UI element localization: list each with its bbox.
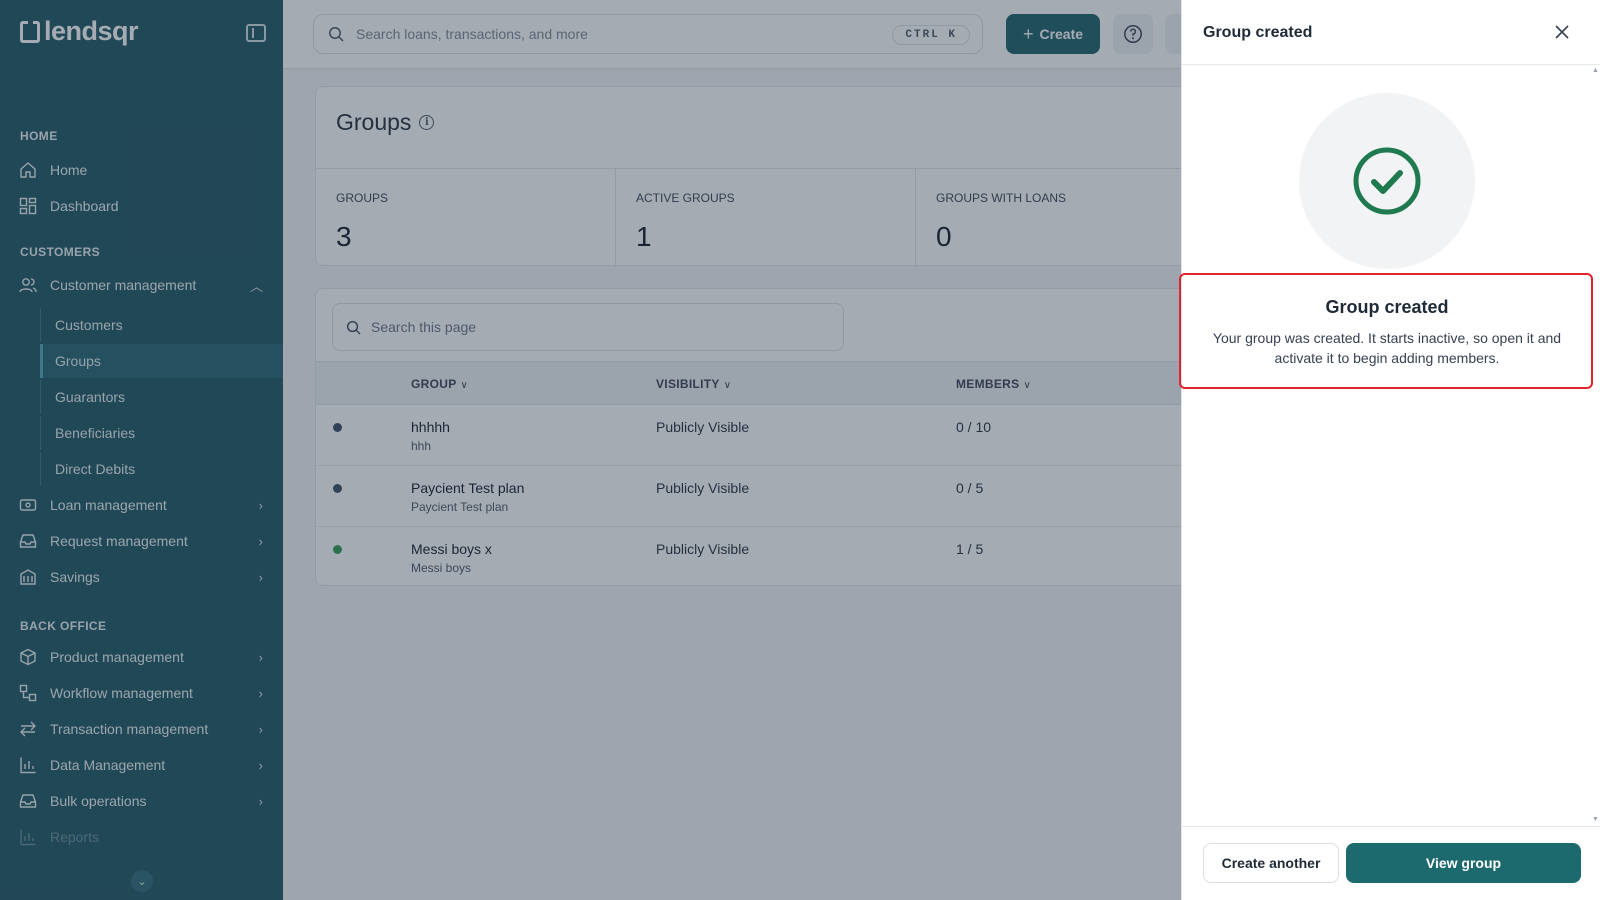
create-another-button[interactable]: Create another bbox=[1203, 843, 1339, 883]
panel-title: Group created bbox=[1203, 24, 1313, 41]
group-created-panel: Group created Group created Your group w… bbox=[1179, 0, 1600, 900]
panel-header: Group created bbox=[1182, 0, 1600, 65]
check-circle-icon bbox=[1352, 146, 1422, 216]
panel-footer: Create another View group bbox=[1182, 826, 1600, 900]
view-group-button[interactable]: View group bbox=[1346, 843, 1581, 883]
scroll-up-icon[interactable]: ▲ bbox=[1592, 67, 1599, 74]
close-icon[interactable] bbox=[1550, 20, 1574, 44]
panel-scrollbar[interactable]: ▲ ▼ bbox=[1590, 65, 1600, 825]
success-illustration bbox=[1299, 93, 1475, 269]
scroll-down-icon[interactable]: ▼ bbox=[1592, 816, 1599, 823]
message-body: Your group was created. It starts inacti… bbox=[1212, 330, 1562, 366]
modal-backdrop[interactable] bbox=[0, 0, 1181, 900]
message-title: Group created bbox=[1325, 297, 1449, 317]
